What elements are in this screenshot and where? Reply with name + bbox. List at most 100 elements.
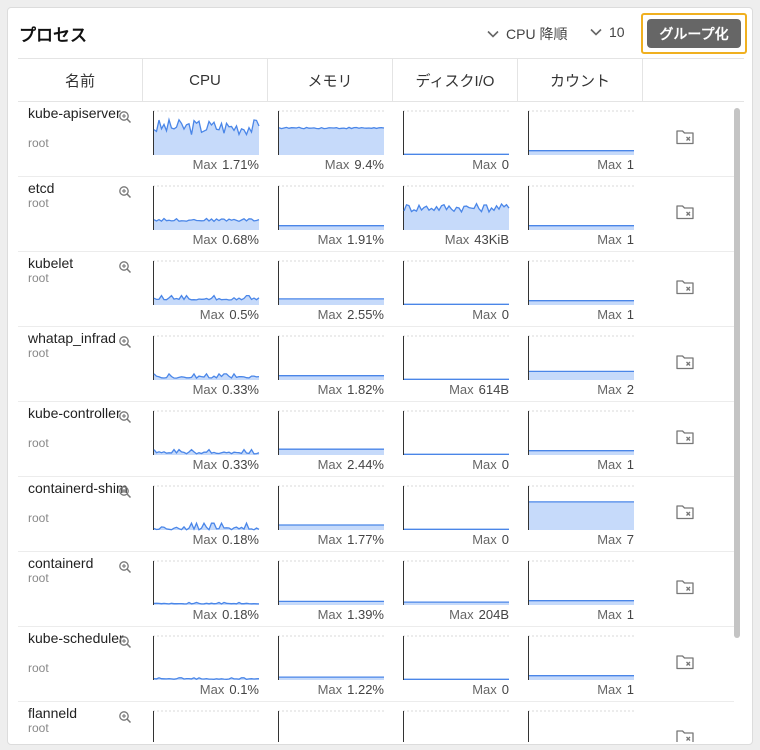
- disk-io-chart[interactable]: Max 0: [403, 110, 509, 172]
- disk-io-max-value: 0: [501, 532, 509, 547]
- zoom-in-icon[interactable]: [118, 260, 132, 274]
- zoom-in-icon[interactable]: [118, 410, 132, 424]
- folder-remove-icon[interactable]: [675, 128, 695, 146]
- count-chart[interactable]: Max 1: [528, 260, 634, 322]
- memory-chart[interactable]: Max 9.4%: [278, 110, 385, 172]
- cpu-max: Max 1.71%: [193, 157, 259, 172]
- disk-io-chart[interactable]: Max 43KiB: [403, 185, 510, 247]
- process-user: root: [28, 511, 49, 525]
- cpu-chart[interactable]: Max 0.5%: [153, 260, 260, 322]
- zoom-in-icon[interactable]: [118, 335, 132, 349]
- disk-io-chart[interactable]: [403, 710, 509, 742]
- zoom-in-icon[interactable]: [118, 635, 132, 649]
- column-header-disk-io[interactable]: ディスクI/O: [393, 59, 518, 101]
- process-user: root: [28, 571, 49, 585]
- disk-io-chart[interactable]: Max 0: [403, 410, 509, 472]
- memory-chart[interactable]: Max 1.91%: [278, 185, 384, 247]
- memory-chart[interactable]: Max 2.44%: [278, 410, 384, 472]
- memory-chart[interactable]: [278, 710, 384, 742]
- max-label: Max: [192, 457, 218, 472]
- count-max-value: 1: [626, 157, 634, 172]
- memory-max: Max 1.77%: [318, 532, 384, 547]
- count-max: Max 1: [597, 682, 634, 697]
- cpu-chart[interactable]: Max 0.18%: [153, 560, 260, 622]
- panel-header: プロセス CPU 降順 10 グループ化: [8, 8, 752, 58]
- column-header-count[interactable]: カウント: [518, 59, 643, 101]
- cpu-chart[interactable]: Max 0.33%: [153, 335, 260, 397]
- memory-max-value: 1.82%: [347, 382, 384, 397]
- zoom-in-icon[interactable]: [118, 110, 132, 124]
- folder-remove-icon[interactable]: [675, 578, 695, 596]
- zoom-in-icon[interactable]: [118, 485, 132, 499]
- count-max: Max 2: [597, 382, 634, 397]
- folder-remove-icon[interactable]: [675, 353, 695, 371]
- folder-remove-icon[interactable]: [675, 653, 695, 671]
- disk-io-max-value: 0: [501, 157, 509, 172]
- max-label: Max: [192, 232, 218, 247]
- cpu-chart[interactable]: Max 0.68%: [153, 185, 260, 247]
- memory-chart[interactable]: Max 1.82%: [278, 335, 384, 397]
- max-label: Max: [192, 157, 218, 172]
- zoom-in-icon[interactable]: [118, 185, 132, 199]
- column-header-memory[interactable]: メモリ: [268, 59, 393, 101]
- cpu-chart[interactable]: Max 0.1%: [153, 635, 260, 697]
- sort-dropdown[interactable]: CPU 降順: [486, 24, 567, 44]
- memory-chart[interactable]: Max 1.39%: [278, 560, 384, 622]
- disk-io-chart[interactable]: Max 0: [403, 485, 509, 547]
- count-chart[interactable]: Max 1: [528, 410, 634, 472]
- memory-sparkline: [278, 485, 384, 530]
- count-chart[interactable]: Max 2: [528, 335, 634, 397]
- cpu-chart[interactable]: Max 1.71%: [153, 110, 260, 172]
- count-chart[interactable]: Max 7: [528, 485, 634, 547]
- vertical-scrollbar[interactable]: [734, 102, 742, 742]
- group-button[interactable]: グループ化: [647, 19, 741, 48]
- count-chart[interactable]: [528, 710, 634, 742]
- count-chart[interactable]: Max 1: [528, 560, 634, 622]
- process-user: root: [28, 346, 49, 360]
- cpu-max-value: 0.18%: [222, 532, 259, 547]
- count-chart[interactable]: Max 1: [528, 185, 634, 247]
- count-chart[interactable]: Max 1: [528, 635, 634, 697]
- folder-remove-icon[interactable]: [675, 728, 695, 742]
- zoom-in-icon[interactable]: [118, 710, 132, 724]
- memory-chart[interactable]: Max 1.77%: [278, 485, 384, 547]
- folder-remove-icon[interactable]: [675, 503, 695, 521]
- disk-io-chart[interactable]: Max 0: [403, 260, 509, 322]
- cpu-line: [153, 601, 260, 605]
- process-user: root: [28, 436, 49, 450]
- max-label: Max: [597, 607, 622, 622]
- memory-chart[interactable]: Max 1.22%: [278, 635, 384, 697]
- cpu-max: Max 0.33%: [193, 382, 259, 397]
- cpu-chart[interactable]: Max 0.18%: [153, 485, 260, 547]
- memory-chart[interactable]: Max 2.55%: [278, 260, 384, 322]
- cpu-chart[interactable]: [153, 710, 259, 742]
- memory-max: Max 2.44%: [318, 457, 384, 472]
- process-user: root: [28, 136, 49, 150]
- folder-remove-icon[interactable]: [675, 278, 695, 296]
- cpu-sparkline: [153, 185, 260, 230]
- disk-io-sparkline: [403, 485, 509, 530]
- column-header-cpu[interactable]: CPU: [143, 59, 268, 101]
- max-label: Max: [449, 382, 474, 397]
- cpu-max: Max 0.18%: [193, 532, 259, 547]
- count-dropdown[interactable]: 10: [589, 24, 625, 40]
- folder-remove-icon[interactable]: [675, 203, 695, 221]
- disk-io-max: Max 43KiB: [445, 232, 509, 247]
- folder-remove-icon[interactable]: [675, 428, 695, 446]
- scrollbar-thumb[interactable]: [734, 108, 740, 638]
- memory-sparkline: [278, 560, 384, 605]
- count-max-value: 1: [626, 607, 634, 622]
- process-name: kube-controller: [28, 405, 121, 421]
- count-max: Max 1: [597, 232, 634, 247]
- disk-io-chart[interactable]: Max 614B: [403, 335, 509, 397]
- count-chart[interactable]: Max 1: [528, 110, 634, 172]
- max-label: Max: [472, 532, 497, 547]
- column-header-name[interactable]: 名前: [18, 59, 143, 101]
- memory-max: Max 2.55%: [318, 307, 384, 322]
- cpu-chart[interactable]: Max 0.33%: [153, 410, 260, 472]
- disk-io-chart[interactable]: Max 0: [403, 635, 509, 697]
- process-user: root: [28, 271, 49, 285]
- zoom-in-icon[interactable]: [118, 560, 132, 574]
- disk-io-chart[interactable]: Max 204B: [403, 560, 509, 622]
- memory-area: [279, 449, 384, 455]
